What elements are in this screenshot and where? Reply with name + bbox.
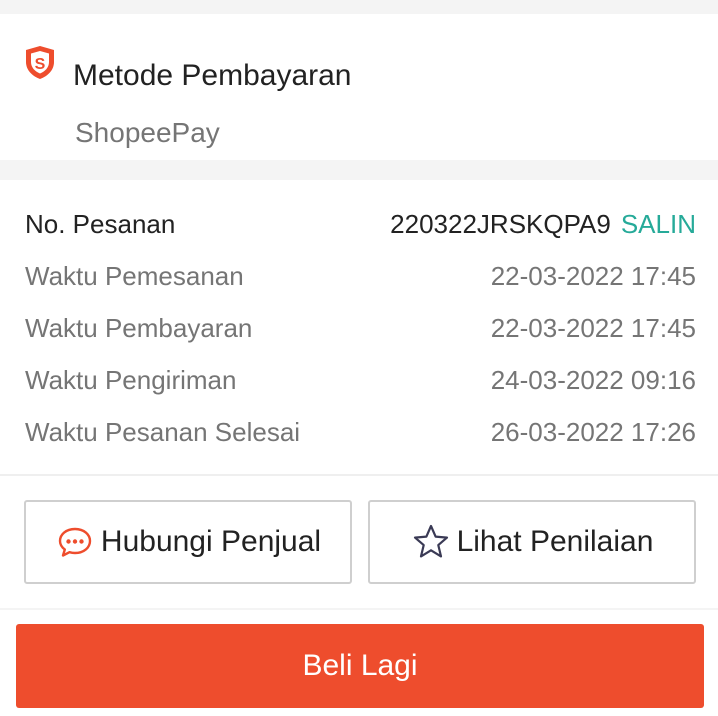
- payment-time-row: Waktu Pembayaran 22-03-2022 17:45: [25, 308, 696, 348]
- payment-method-section: S Metode Pembayaran ShopeePay: [0, 14, 718, 160]
- order-time-label: Waktu Pemesanan: [25, 261, 244, 291]
- completion-time-label: Waktu Pesanan Selesai: [25, 417, 301, 447]
- view-rating-button[interactable]: Lihat Penilaian: [368, 500, 696, 584]
- order-number-value: 220322JRSKQPA9: [390, 209, 611, 239]
- section-divider: [0, 474, 718, 476]
- order-detail-page: S Metode Pembayaran ShopeePay No. Pesana…: [0, 0, 718, 716]
- shipping-time-row: Waktu Pengiriman 24-03-2022 09:16: [25, 360, 696, 400]
- bottom-action-bar: Beli Lagi: [0, 610, 718, 716]
- contact-seller-button[interactable]: Hubungi Penjual: [24, 500, 352, 584]
- completion-time-value: 26-03-2022 17:26: [490, 417, 696, 447]
- order-number-row: No. Pesanan 220322JRSKQPA9 SALIN: [25, 204, 696, 244]
- order-number-value-group: 220322JRSKQPA9 SALIN: [390, 204, 696, 244]
- copy-order-number-button[interactable]: SALIN: [621, 209, 696, 239]
- shipping-time-label: Waktu Pengiriman: [25, 365, 237, 395]
- shopee-shield-icon: S: [22, 44, 58, 80]
- completion-time-row: Waktu Pesanan Selesai 26-03-2022 17:26: [25, 412, 696, 452]
- view-rating-label: Lihat Penilaian: [456, 525, 654, 558]
- payment-method-value: ShopeePay: [75, 117, 220, 148]
- order-time-row: Waktu Pemesanan 22-03-2022 17:45: [25, 256, 696, 296]
- payment-method-title: Metode Pembayaran: [73, 59, 352, 92]
- buy-again-button[interactable]: Beli Lagi: [16, 624, 704, 708]
- order-time-value: 22-03-2022 17:45: [490, 261, 696, 291]
- order-info-section: No. Pesanan 220322JRSKQPA9 SALIN Waktu Pe…: [0, 180, 718, 608]
- star-outline-icon: [411, 522, 451, 562]
- svg-text:S: S: [35, 56, 46, 73]
- contact-seller-label: Hubungi Penjual: [100, 525, 322, 558]
- order-number-label: No. Pesanan: [25, 209, 176, 239]
- shipping-time-value: 24-03-2022 09:16: [490, 365, 696, 395]
- chat-bubble-icon: [55, 522, 95, 562]
- payment-time-label: Waktu Pembayaran: [25, 313, 253, 343]
- payment-time-value: 22-03-2022 17:45: [490, 313, 696, 343]
